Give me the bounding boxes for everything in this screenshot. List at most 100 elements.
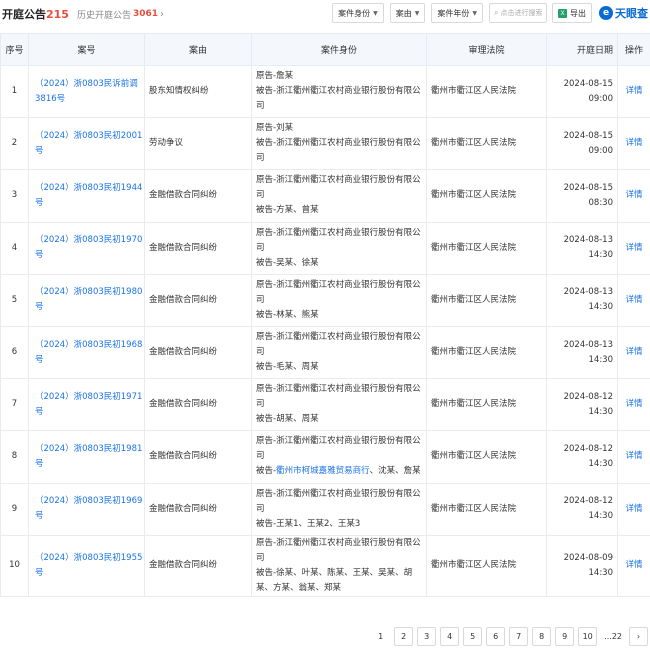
detail-link[interactable]: 详情 bbox=[617, 482, 650, 536]
col-header-case-reason: 案由 bbox=[144, 33, 252, 66]
case-number-link[interactable]: （2024）浙0803民初1955号 bbox=[28, 534, 145, 597]
tianyancha-logo-icon: e bbox=[599, 6, 613, 20]
detail-link[interactable]: 详情 bbox=[617, 221, 650, 275]
filter-label: 案件年份 bbox=[437, 8, 470, 18]
page-2-button[interactable]: 2 bbox=[394, 626, 414, 646]
case-reason: 金融借款合同纠纷 bbox=[144, 482, 252, 536]
detail-link[interactable]: 详情 bbox=[617, 430, 650, 484]
case-parties: 原告-浙江衢州衢江农村商业银行股份有限公司 被告-胡某、周某 bbox=[251, 378, 427, 432]
detail-link[interactable]: 详情 bbox=[617, 378, 650, 432]
page-5-button[interactable]: 5 bbox=[463, 626, 483, 646]
defendant: 被告-林某、熊某 bbox=[256, 309, 319, 320]
notice-count: 215 bbox=[46, 8, 69, 21]
page-8-button[interactable]: 8 bbox=[532, 626, 552, 646]
case-reason: 金融借款合同纠纷 bbox=[144, 534, 252, 597]
case-reason: 劳动争议 bbox=[144, 117, 252, 171]
case-reason: 金融借款合同纠纷 bbox=[144, 325, 252, 380]
court-name: 衢州市衢江区人民法院 bbox=[426, 64, 547, 119]
page-7-button[interactable]: 7 bbox=[509, 626, 529, 646]
filter-label: 案由 bbox=[395, 8, 412, 18]
hearing-date: 2024-08-15 09:00 bbox=[546, 117, 618, 171]
detail-link[interactable]: 详情 bbox=[617, 534, 650, 597]
table-row: 5 （2024）浙0803民初1980号 金融借款合同纠纷 原告-浙江衢州衢江农村商业… bbox=[0, 273, 650, 327]
filter-case-reason-dropdown[interactable]: 案由 ▼ bbox=[389, 3, 426, 23]
page-1-button[interactable]: 1 bbox=[371, 626, 391, 646]
court-name: 衢州市衢江区人民法院 bbox=[426, 169, 547, 223]
court-name: 衢州市衢江区人民法院 bbox=[426, 273, 547, 327]
page-last-button[interactable]: ...22 bbox=[601, 626, 625, 646]
filter-case-year-dropdown[interactable]: 案件年份 ▼ bbox=[431, 3, 483, 23]
case-number-link[interactable]: （2024）浙0803民初1968号 bbox=[28, 325, 145, 380]
case-parties: 原告-浙江衢州衢江农村商业银行股份有限公司 被告-徐某、叶某、陈某、王某、吴某、胡… bbox=[251, 534, 427, 597]
case-number-link[interactable]: （2024）浙0803民初2001号 bbox=[28, 117, 145, 171]
detail-link[interactable]: 详情 bbox=[617, 64, 650, 119]
case-number-link[interactable]: （2024）浙0803民初1970号 bbox=[28, 221, 145, 275]
col-header-court: 审理法院 bbox=[426, 33, 547, 66]
search-icon: ⌕ bbox=[494, 8, 499, 17]
case-number-link[interactable]: （2024）浙0803民初1969号 bbox=[28, 482, 145, 536]
plaintiff: 原告-浙江衢州衢江农村商业银行股份有限公司 bbox=[256, 279, 421, 305]
court-name: 衢州市衢江区人民法院 bbox=[426, 482, 547, 536]
court-name: 衢州市衢江区人民法院 bbox=[426, 221, 547, 275]
hearing-date: 2024-08-12 14:30 bbox=[546, 378, 618, 432]
hearing-date: 2024-08-12 14:30 bbox=[546, 430, 618, 484]
row-number: 3 bbox=[0, 169, 29, 223]
case-reason: 股东知情权纠纷 bbox=[144, 64, 252, 119]
court-name: 衢州市衢江区人民法院 bbox=[426, 534, 547, 597]
table-header-row: 序号 案号 案由 案件身份 审理法院 开庭日期 操作 bbox=[0, 33, 650, 66]
page-6-button[interactable]: 6 bbox=[486, 626, 506, 646]
case-parties: 原告-浙江衢州衢江农村商业银行股份有限公司 被告-方某、曾某 bbox=[251, 169, 427, 223]
detail-link[interactable]: 详情 bbox=[617, 117, 650, 171]
caret-down-icon: ▼ bbox=[472, 9, 477, 17]
defendant: 被告-徐某、叶某、陈某、王某、吴某、胡某、方某、翁某、郑某 bbox=[256, 567, 413, 593]
filter-case-identity-dropdown[interactable]: 案件身份 ▼ bbox=[332, 3, 384, 23]
col-header-hearing-date: 开庭日期 bbox=[546, 33, 618, 66]
page-3-button[interactable]: 3 bbox=[417, 626, 437, 646]
detail-link[interactable]: 详情 bbox=[617, 325, 650, 380]
court-name: 衢州市衢江区人民法院 bbox=[426, 430, 547, 484]
court-notice-table: 序号 案号 案由 案件身份 审理法院 开庭日期 操作 1 （2024）浙0803民… bbox=[0, 33, 650, 597]
detail-link[interactable]: 详情 bbox=[617, 169, 650, 223]
page-10-button[interactable]: 10 bbox=[578, 626, 598, 646]
defendant: 被告-浙江衢州衢江农村商业银行股份有限公司 bbox=[256, 86, 421, 112]
search-input[interactable] bbox=[500, 9, 545, 17]
brand-logo: e 天眼查 bbox=[599, 5, 648, 21]
detail-link[interactable]: 详情 bbox=[617, 273, 650, 327]
col-header-no: 序号 bbox=[0, 33, 29, 66]
export-button[interactable]: X 导出 bbox=[552, 3, 592, 23]
defendant: 被告-王某1、王某2、王某3 bbox=[256, 518, 361, 529]
case-number-link[interactable]: （2024）浙0803民初1981号 bbox=[28, 430, 145, 484]
plaintiff: 原告-浙江衢州衢江农村商业银行股份有限公司 bbox=[256, 227, 421, 253]
case-number-link[interactable]: （2024）浙0803民初1944号 bbox=[28, 169, 145, 223]
col-header-case-number: 案号 bbox=[28, 33, 145, 66]
history-notices-link[interactable]: 历史开庭公告 3061 › bbox=[77, 8, 164, 21]
plaintiff: 原告-浙江衢州衢江农村商业银行股份有限公司 bbox=[256, 332, 421, 358]
table-row: 3 （2024）浙0803民初1944号 金融借款合同纠纷 原告-浙江衢州衢江农村商业… bbox=[0, 169, 650, 223]
defendant: 被告-衢州市柯城嘉雅贸易商行、沈某、詹某 bbox=[256, 464, 426, 479]
page-9-button[interactable]: 9 bbox=[555, 626, 575, 646]
hearing-date: 2024-08-13 14:30 bbox=[546, 325, 618, 380]
case-reason: 金融借款合同纠纷 bbox=[144, 169, 252, 223]
defendant-company-link[interactable]: 衢州市柯城嘉雅贸易商行 bbox=[276, 466, 370, 476]
plaintiff: 原告-浙江衢州衢江农村商业银行股份有限公司 bbox=[256, 488, 421, 514]
defendant-prefix: 被告- bbox=[256, 466, 277, 477]
hearing-date: 2024-08-13 14:30 bbox=[546, 221, 618, 275]
next-page-icon[interactable]: › bbox=[629, 626, 648, 646]
case-reason: 金融借款合同纠纷 bbox=[144, 430, 252, 484]
case-parties: 原告-詹某被告-浙江衢州衢江农村商业银行股份有限公司 bbox=[251, 64, 427, 119]
plaintiff: 原告-刘某 bbox=[256, 123, 294, 134]
case-number-link[interactable]: （2024）浙0803民初1971号 bbox=[28, 378, 145, 432]
defendant: 被告-胡某、周某 bbox=[256, 414, 319, 425]
case-number-link[interactable]: （2024）浙0803民初1980号 bbox=[28, 273, 145, 327]
table-row: 10 （2024）浙0803民初1955号 金融借款合同纠纷 原告-浙江衢州衢江农村商… bbox=[0, 534, 650, 597]
search-box[interactable]: ⌕ bbox=[489, 3, 547, 23]
chevron-right-icon: › bbox=[160, 8, 165, 20]
plaintiff: 原告-詹某 bbox=[256, 71, 294, 82]
table-row: 9 （2024）浙0803民初1969号 金融借款合同纠纷 原告-浙江衢州衢江农村商业… bbox=[0, 482, 650, 536]
col-header-case-identity: 案件身份 bbox=[251, 33, 427, 66]
defendant: 被告-吴某、徐某 bbox=[256, 257, 319, 268]
export-label: 导出 bbox=[570, 8, 586, 18]
page-4-button[interactable]: 4 bbox=[440, 626, 460, 646]
case-parties: 原告-浙江衢州衢江农村商业银行股份有限公司 被告-衢州市柯城嘉雅贸易商行、沈某、詹… bbox=[251, 430, 427, 484]
case-number-link[interactable]: （2024）浙0803民诉前调3816号 bbox=[28, 64, 145, 119]
